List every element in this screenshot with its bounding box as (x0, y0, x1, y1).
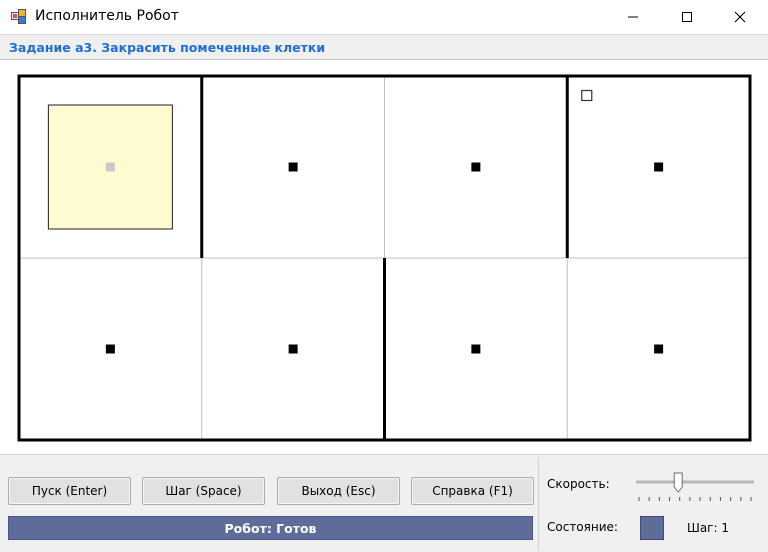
maximize-button[interactable] (664, 0, 710, 34)
task-header: Задание а3. Закрасить помеченные клетки (0, 34, 768, 60)
slider-thumb[interactable] (673, 472, 683, 493)
field-canvas[interactable] (0, 61, 768, 454)
cell-marker (654, 162, 664, 172)
cell-marker (654, 344, 664, 354)
speed-label: Скорость: (547, 477, 610, 491)
close-icon (734, 11, 746, 23)
speed-slider[interactable] (633, 471, 757, 505)
exit-button[interactable]: Выход (Esc) (277, 477, 400, 505)
cell-marker (105, 162, 115, 172)
task-title: Задание а3. Закрасить помеченные клетки (9, 40, 326, 55)
state-indicator (640, 516, 664, 540)
title-bar: Исполнитель Робот (0, 0, 768, 34)
minimize-icon (628, 16, 638, 18)
robot-app-icon (11, 9, 27, 25)
finish-marker (581, 89, 593, 102)
robot-field[interactable] (0, 61, 768, 454)
slider-ticks (638, 497, 752, 501)
help-button[interactable]: Справка (F1) (411, 477, 534, 505)
control-panel: Пуск (Enter) Шаг (Space) Выход (Esc) Спр… (0, 454, 768, 552)
cell-marker (288, 162, 298, 172)
close-button[interactable] (717, 0, 763, 34)
side-panel: Скорость: Состояние: Шаг: 1 (538, 457, 766, 551)
cell-marker (471, 162, 481, 172)
maximize-icon (682, 12, 692, 22)
step-button[interactable]: Шаг (Space) (142, 477, 265, 505)
cell-marker (105, 344, 115, 354)
status-bar: Робот: Готов (8, 516, 533, 540)
step-counter: Шаг: 1 (687, 521, 729, 535)
state-label: Состояние: (547, 520, 618, 534)
cell-marker (471, 344, 481, 354)
run-button[interactable]: Пуск (Enter) (8, 477, 131, 505)
window-title: Исполнитель Робот (35, 8, 179, 24)
minimize-button[interactable] (610, 0, 656, 34)
cell-marker (288, 344, 298, 354)
